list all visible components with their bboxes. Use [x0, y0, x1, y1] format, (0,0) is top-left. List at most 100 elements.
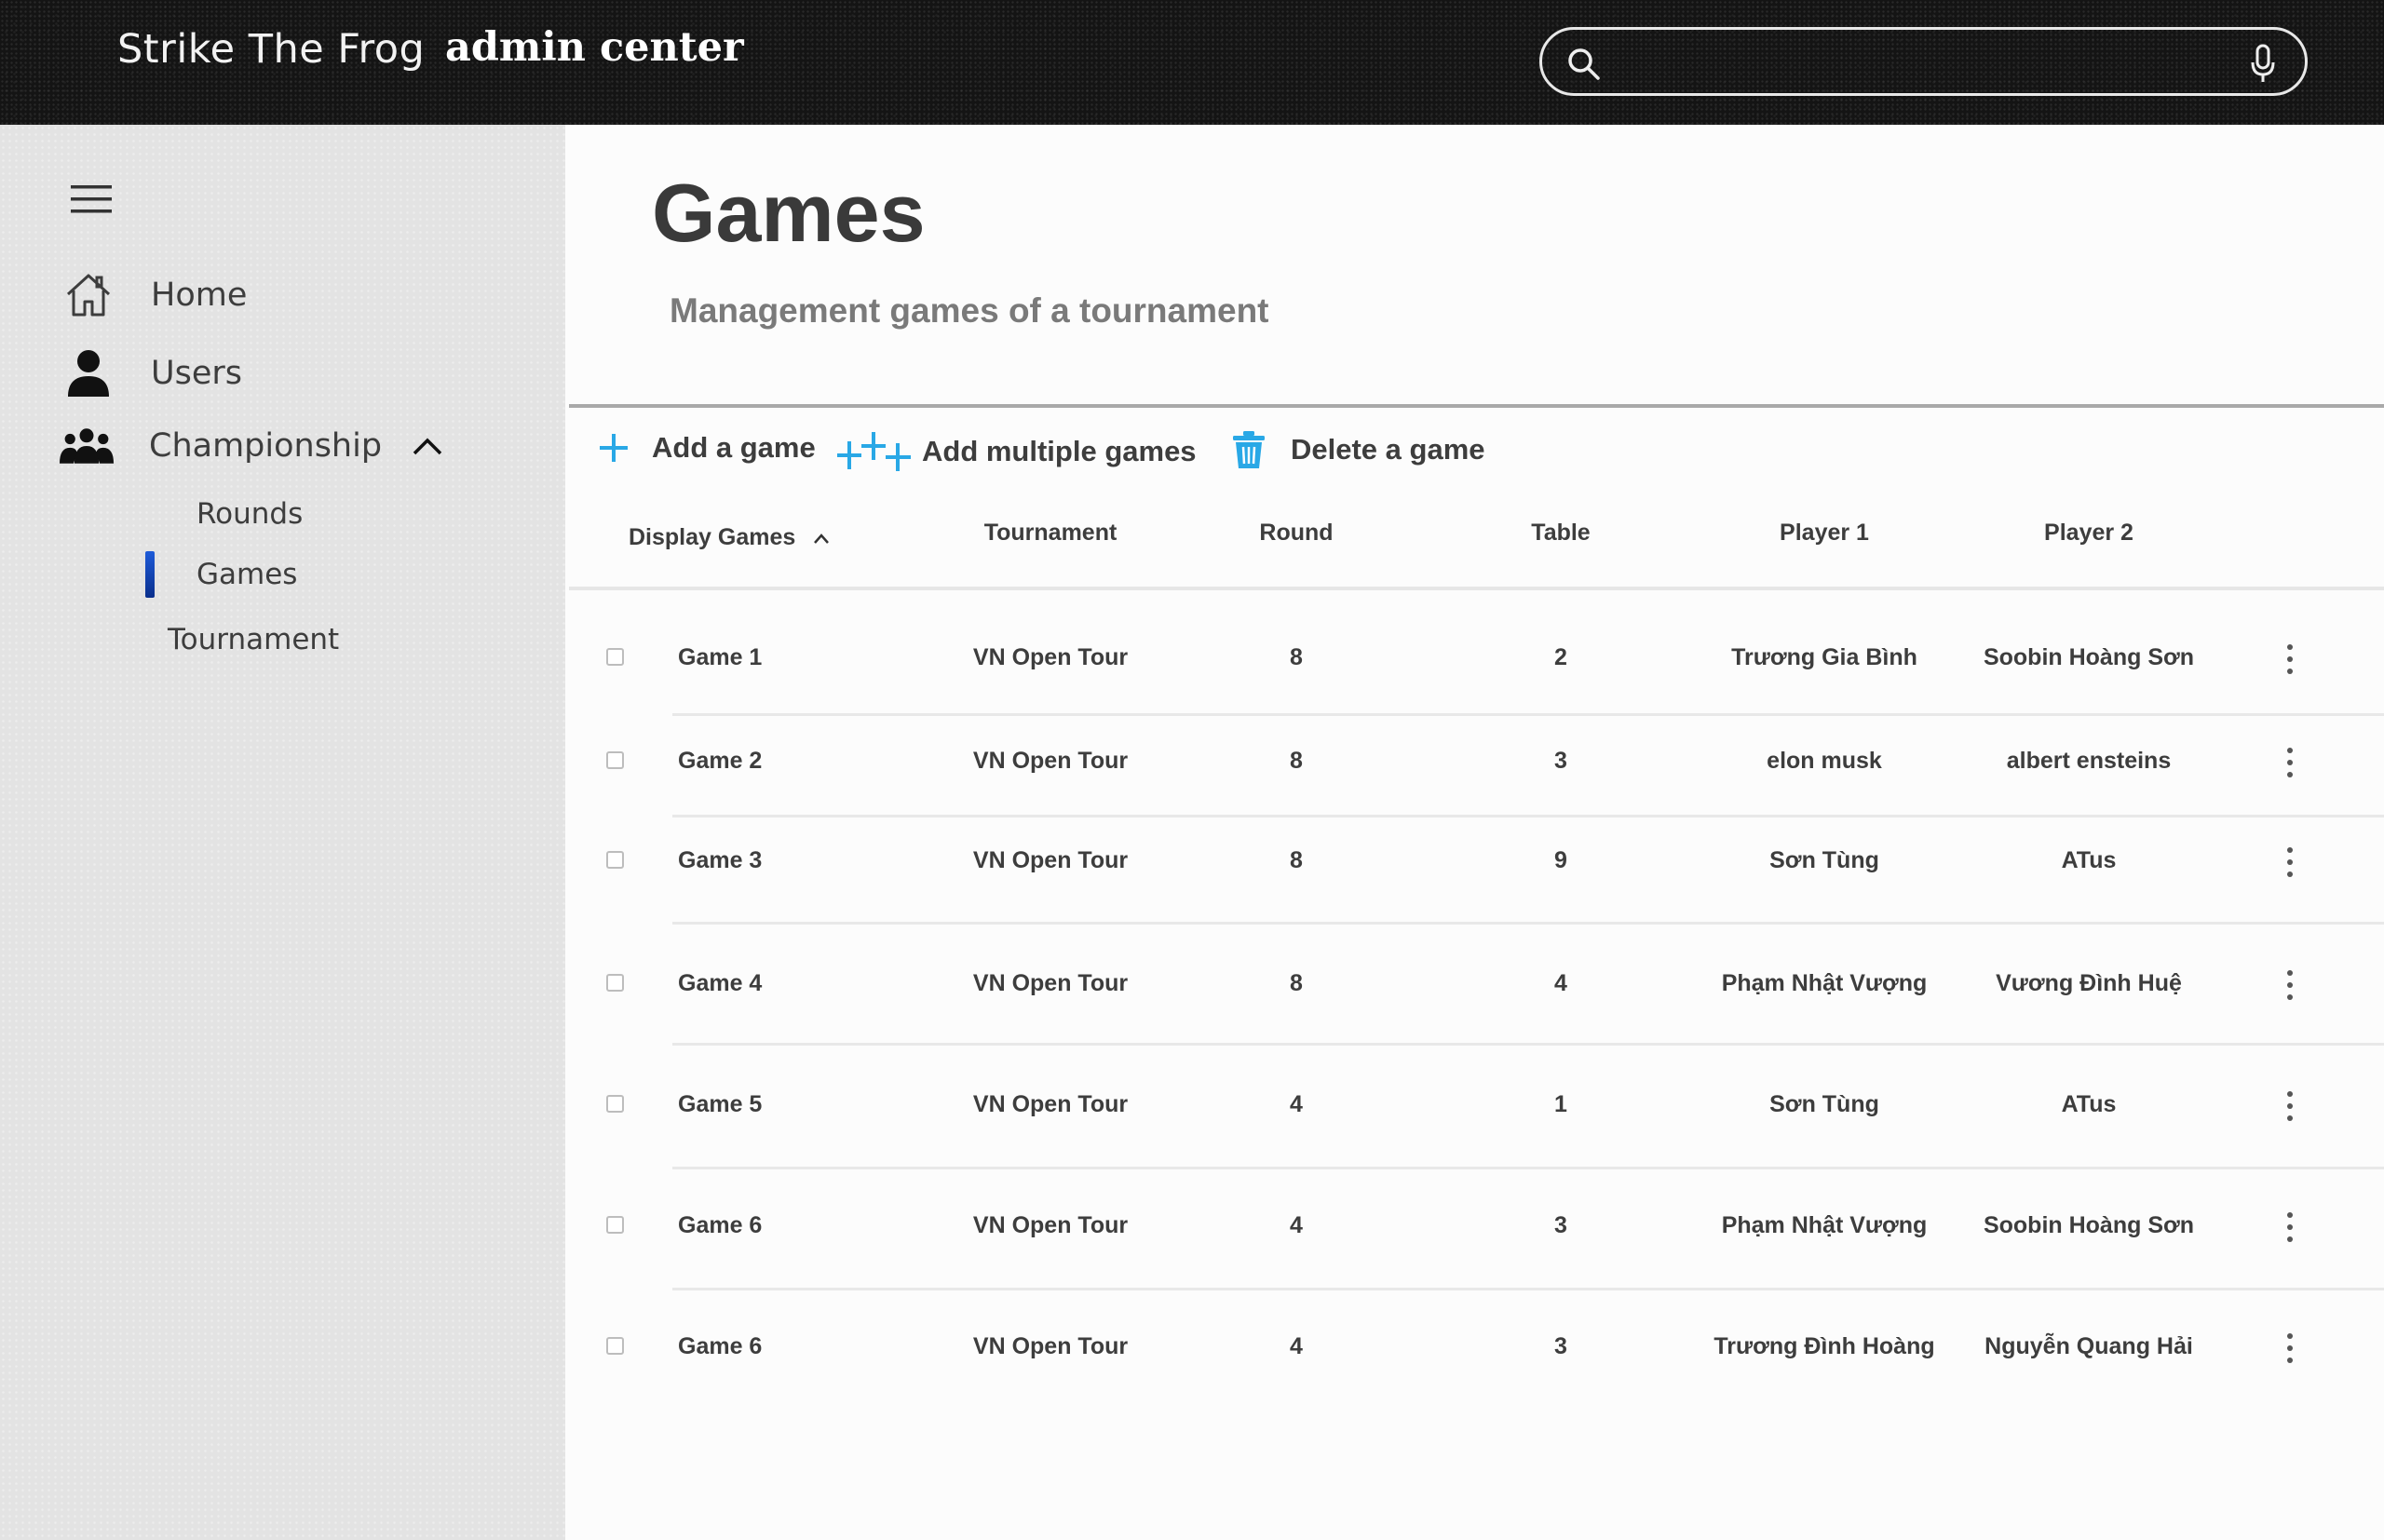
trash-icon [1233, 431, 1265, 468]
round-cell: 4 [1290, 1333, 1303, 1359]
home-icon [61, 270, 115, 320]
sidebar-subitem-games[interactable]: Games [196, 558, 297, 591]
table-number-cell: 3 [1554, 1212, 1567, 1238]
player2-cell: Nguyễn Quang Hải [1984, 1333, 2193, 1359]
row-divider [672, 1167, 2384, 1169]
player2-cell: Soobin Hoàng Sơn [1983, 1212, 2195, 1238]
table-row[interactable]: Game 4 VN Open Tour 8 4 Phạm Nhật Vượng Vương… [0, 961, 2384, 1017]
group-icon [60, 421, 114, 471]
table-row[interactable]: Game 5 VN Open Tour 4 1 Sơn Tùng ATus [0, 1082, 2384, 1138]
row-divider [672, 1288, 2384, 1290]
more-options-icon[interactable] [2281, 748, 2299, 777]
more-options-icon[interactable] [2281, 1212, 2299, 1242]
game-name-cell: Game 5 [678, 1091, 763, 1117]
row-checkbox[interactable] [606, 851, 624, 869]
tournament-cell: VN Open Tour [972, 1333, 1129, 1359]
hamburger-menu-icon[interactable] [71, 184, 112, 214]
table-row[interactable]: Game 1 VN Open Tour 8 2 Trương Gia Bình Soobi… [0, 635, 2384, 691]
delete-game-button[interactable]: Delete a game [1231, 430, 1485, 469]
player1-cell: elon musk [1767, 748, 1882, 774]
round-cell: 8 [1290, 748, 1303, 774]
round-cell: 8 [1290, 970, 1303, 996]
sidebar-item-label: Home [151, 277, 248, 314]
search-icon[interactable] [1566, 47, 1602, 82]
microphone-icon[interactable] [2249, 44, 2277, 85]
active-indicator [145, 551, 155, 598]
row-checkbox[interactable] [606, 1337, 624, 1355]
game-name-cell: Game 3 [678, 847, 763, 873]
search-input[interactable] [1617, 39, 2194, 86]
table-row[interactable]: Game 6 VN Open Tour 4 3 Trương Đình Hoàng Ngu… [0, 1324, 2384, 1380]
top-bar: Strike The Frog admin center [0, 0, 2384, 125]
column-header-display-games[interactable]: Display Games [629, 524, 831, 551]
game-name-cell: Game 1 [678, 644, 763, 670]
player1-cell: Phạm Nhật Vượng [1721, 1212, 1928, 1238]
row-divider [672, 1043, 2384, 1046]
table-row[interactable]: Game 6 VN Open Tour 4 3 Phạm Nhật Vượng Soobi… [0, 1203, 2384, 1259]
table-number-cell: 9 [1554, 847, 1567, 873]
add-game-label: Add a game [652, 431, 816, 464]
game-name-cell: Game 2 [678, 748, 763, 774]
round-cell: 4 [1290, 1091, 1303, 1117]
round-cell: 4 [1290, 1212, 1303, 1238]
player2-cell: ATus [2061, 847, 2117, 873]
player1-cell: Phạm Nhật Vượng [1721, 970, 1928, 996]
player2-cell: Vương Đình Huệ [1996, 970, 2182, 996]
tournament-cell: VN Open Tour [972, 970, 1129, 996]
column-header-tournament[interactable]: Tournament [984, 520, 1118, 547]
table-number-cell: 1 [1554, 1091, 1567, 1117]
table-number-cell: 3 [1554, 1333, 1567, 1359]
sidebar-subitem-rounds[interactable]: Rounds [196, 497, 303, 531]
game-name-cell: Game 4 [678, 970, 763, 996]
add-multiple-games-label: Add multiple games [922, 435, 1197, 467]
sidebar-item-championship[interactable]: Championship [60, 421, 443, 471]
sort-ascending-icon[interactable] [812, 532, 831, 545]
tournament-cell: VN Open Tour [972, 748, 1129, 774]
table-header-divider [569, 587, 2384, 590]
tournament-cell: VN Open Tour [972, 644, 1129, 670]
sidebar-item-home[interactable]: Home [61, 270, 247, 320]
table-number-cell: 3 [1554, 748, 1567, 774]
row-divider [672, 713, 2384, 716]
row-checkbox[interactable] [606, 1095, 624, 1113]
multiple-plus-icon [837, 432, 911, 471]
divider [569, 404, 2384, 408]
column-header-player2[interactable]: Player 2 [2044, 520, 2133, 547]
table-row[interactable]: Game 2 VN Open Tour 8 3 elon musk albert enst… [0, 738, 2384, 794]
player2-cell: albert ensteins [2006, 748, 2172, 774]
brand-subtitle: admin center [445, 24, 744, 71]
game-name-cell: Game 6 [678, 1212, 763, 1238]
add-multiple-games-button[interactable]: Add multiple games [836, 430, 1197, 473]
row-checkbox[interactable] [606, 751, 624, 769]
user-icon [61, 348, 115, 399]
row-divider [672, 922, 2384, 925]
table-row[interactable]: Game 3 VN Open Tour 8 9 Sơn Tùng ATus [0, 838, 2384, 894]
more-options-icon[interactable] [2281, 1333, 2299, 1363]
column-header-table[interactable]: Table [1531, 520, 1590, 547]
round-cell: 8 [1290, 847, 1303, 873]
table-number-cell: 2 [1554, 644, 1567, 670]
row-divider [672, 815, 2384, 817]
row-checkbox[interactable] [606, 1216, 624, 1234]
chevron-up-icon[interactable] [412, 436, 443, 456]
player1-cell: Trương Đình Hoàng [1714, 1333, 1935, 1359]
more-options-icon[interactable] [2281, 1091, 2299, 1121]
brand-name: Strike The Frog [117, 26, 426, 73]
more-options-icon[interactable] [2281, 644, 2299, 674]
player1-cell: Sơn Tùng [1769, 1091, 1879, 1117]
add-game-button[interactable]: Add a game [596, 430, 816, 466]
sidebar-item-users[interactable]: Users [61, 348, 242, 399]
sidebar-item-label: Championship [149, 427, 383, 465]
column-header-round[interactable]: Round [1259, 520, 1333, 547]
more-options-icon[interactable] [2281, 970, 2299, 1000]
page-title: Games [652, 167, 926, 259]
column-header-player1[interactable]: Player 1 [1780, 520, 1869, 547]
search-bar[interactable] [1539, 27, 2308, 96]
plus-icon [600, 434, 628, 462]
row-checkbox[interactable] [606, 974, 624, 992]
player2-cell: Soobin Hoàng Sơn [1983, 644, 2195, 670]
game-name-cell: Game 6 [678, 1333, 763, 1359]
more-options-icon[interactable] [2281, 847, 2299, 877]
sidebar-item-label: Users [151, 355, 243, 392]
row-checkbox[interactable] [606, 648, 624, 666]
